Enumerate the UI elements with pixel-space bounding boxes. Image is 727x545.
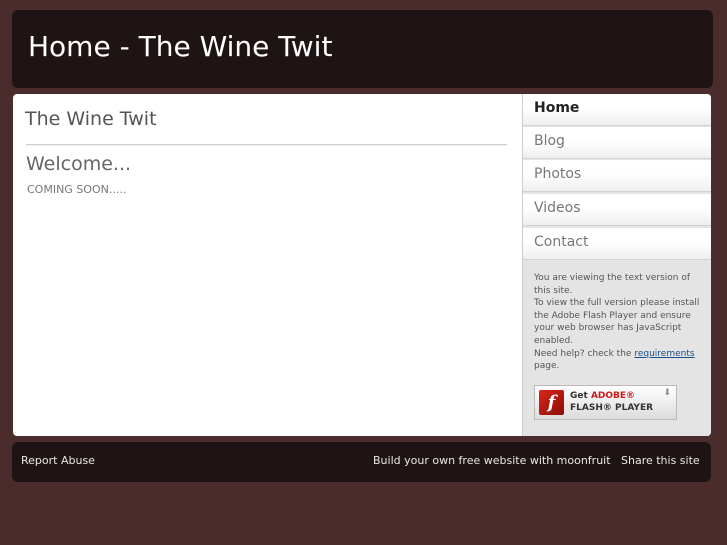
divider <box>26 144 507 146</box>
notice-help-suffix: page. <box>534 361 560 372</box>
site-title: The Wine Twit <box>25 108 157 130</box>
flash-badge-product: FLASH® PLAYER <box>570 403 654 413</box>
site-header: Home - The Wine Twit <box>12 10 713 88</box>
nav-item-home[interactable]: Home <box>523 94 711 126</box>
build-website-link[interactable]: Build your own free website with moonfru… <box>373 454 611 467</box>
nav-item-label: Photos <box>534 166 582 182</box>
notice-line-1: You are viewing the text version of this… <box>534 273 691 296</box>
flash-badge-get: Get <box>570 391 591 401</box>
sidebar: Home Blog Photos Videos Contact You are … <box>522 94 711 436</box>
flash-badge-adobe: ADOBE® <box>590 391 636 401</box>
notice-help-prefix: Need help? check the <box>534 348 635 359</box>
requirements-link[interactable]: requirements <box>634 349 694 359</box>
nav-item-videos[interactable]: Videos <box>523 194 711 226</box>
body-text: COMING SOON..... <box>27 183 127 196</box>
flash-logo-icon: f <box>539 390 564 415</box>
nav-item-label: Contact <box>534 234 589 250</box>
flash-notice: You are viewing the text version of this… <box>534 272 704 373</box>
download-arrow-icon: ⬇ <box>663 388 671 398</box>
nav-item-photos[interactable]: Photos <box>523 160 711 192</box>
nav-item-label: Home <box>534 100 580 116</box>
site-footer: Report Abuse Build your own free website… <box>12 442 711 482</box>
nav-item-blog[interactable]: Blog <box>523 127 711 159</box>
get-flash-player-button[interactable]: f Get ADOBE® FLASH® PLAYER ⬇ <box>534 385 677 420</box>
report-abuse-link[interactable]: Report Abuse <box>21 454 95 467</box>
main-content: The Wine Twit Welcome... COMING SOON....… <box>13 94 522 436</box>
flash-badge-line-1: Get ADOBE® <box>570 391 635 401</box>
share-site-link[interactable]: Share this site <box>621 454 700 467</box>
welcome-heading: Welcome... <box>26 153 132 175</box>
nav-item-label: Blog <box>534 133 565 149</box>
nav-item-contact[interactable]: Contact <box>523 228 711 260</box>
page-title: Home - The Wine Twit <box>28 30 333 63</box>
nav-item-label: Videos <box>534 200 581 216</box>
content-panel: The Wine Twit Welcome... COMING SOON....… <box>13 94 711 436</box>
notice-line-2: To view the full version please install … <box>534 298 700 346</box>
